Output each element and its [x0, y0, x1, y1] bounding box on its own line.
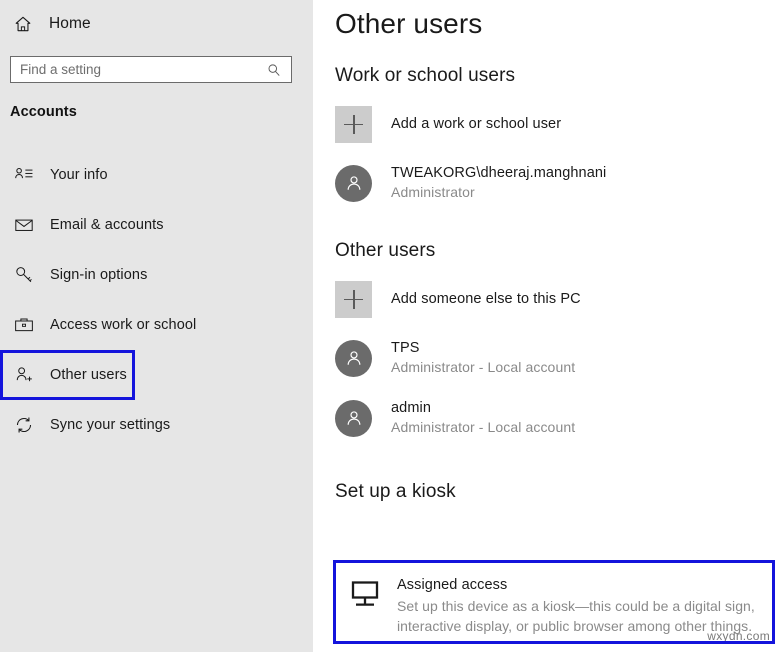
sidebar: Home Find a setting Accounts Your info E… — [0, 0, 313, 652]
sidebar-item-other-users[interactable]: Other users — [0, 350, 135, 400]
search-input[interactable]: Find a setting — [11, 62, 267, 77]
avatar-person-icon — [335, 164, 372, 202]
sidebar-item-sync-your-settings[interactable]: Sync your settings — [0, 400, 313, 450]
sidebar-item-email-accounts[interactable]: Email & accounts — [0, 200, 313, 250]
user-subtitle: Administrator - Local account — [391, 359, 576, 376]
sidebar-item-label: Access work or school — [50, 317, 197, 333]
section-heading-other-users: Other users — [335, 240, 436, 261]
envelope-icon — [14, 215, 34, 235]
plus-icon — [335, 105, 372, 143]
user-subtitle: Administrator - Local account — [391, 419, 576, 436]
user-row[interactable]: TWEAKORG\dheeraj.manghnani Administrator — [335, 158, 777, 208]
search-icon[interactable] — [267, 63, 281, 77]
add-work-or-school-user-button[interactable]: Add a work or school user — [335, 100, 777, 148]
add-button-label: Add a work or school user — [391, 116, 562, 132]
settings-window: Home Find a setting Accounts Your info E… — [0, 0, 777, 652]
avatar-person-icon — [335, 339, 372, 377]
sidebar-item-label: Email & accounts — [50, 217, 164, 233]
user-name: TPS — [391, 340, 420, 357]
monitor-icon — [349, 578, 381, 610]
sync-icon — [14, 415, 34, 435]
section-heading-set-up-a-kiosk: Set up a kiosk — [335, 481, 456, 502]
home-icon — [14, 15, 32, 33]
sidebar-item-sign-in-options[interactable]: Sign-in options — [0, 250, 313, 300]
user-subtitle: Administrator — [391, 184, 475, 201]
briefcase-icon — [14, 315, 34, 335]
add-someone-else-button[interactable]: Add someone else to this PC — [335, 275, 777, 323]
add-button-label: Add someone else to this PC — [391, 291, 581, 307]
sidebar-home[interactable]: Home — [0, 9, 313, 39]
section-heading-work-or-school: Work or school users — [335, 65, 516, 86]
user-row[interactable]: TPS Administrator - Local account — [335, 333, 777, 383]
sidebar-home-label: Home — [49, 15, 91, 32]
search-box[interactable]: Find a setting — [10, 56, 292, 83]
user-name: TWEAKORG\dheeraj.manghnani — [391, 165, 607, 182]
sidebar-item-access-work-or-school[interactable]: Access work or school — [0, 300, 313, 350]
key-icon — [14, 265, 34, 285]
assigned-access-title: Assigned access — [397, 577, 508, 593]
user-row[interactable]: admin Administrator - Local account — [335, 393, 777, 443]
sidebar-item-label: Sync your settings — [50, 417, 171, 433]
main-content: Other users Work or school users Add a w… — [313, 0, 777, 652]
sidebar-nav: Your info Email & accounts Sign-in optio… — [0, 150, 313, 450]
assigned-access-card[interactable]: Assigned access Set up this device as a … — [333, 560, 775, 644]
user-name: admin — [391, 400, 431, 417]
person-plus-icon — [14, 365, 34, 385]
sidebar-item-label: Sign-in options — [50, 267, 148, 283]
sidebar-category-label: Accounts — [10, 104, 77, 120]
sidebar-item-label: Other users — [50, 367, 127, 383]
assigned-access-description: Set up this device as a kiosk—this could… — [397, 598, 755, 635]
sidebar-item-your-info[interactable]: Your info — [0, 150, 313, 200]
page-title: Other users — [335, 8, 483, 39]
person-card-icon — [14, 165, 34, 185]
sidebar-item-label: Your info — [50, 167, 108, 183]
avatar-person-icon — [335, 399, 372, 437]
plus-icon — [335, 280, 372, 318]
